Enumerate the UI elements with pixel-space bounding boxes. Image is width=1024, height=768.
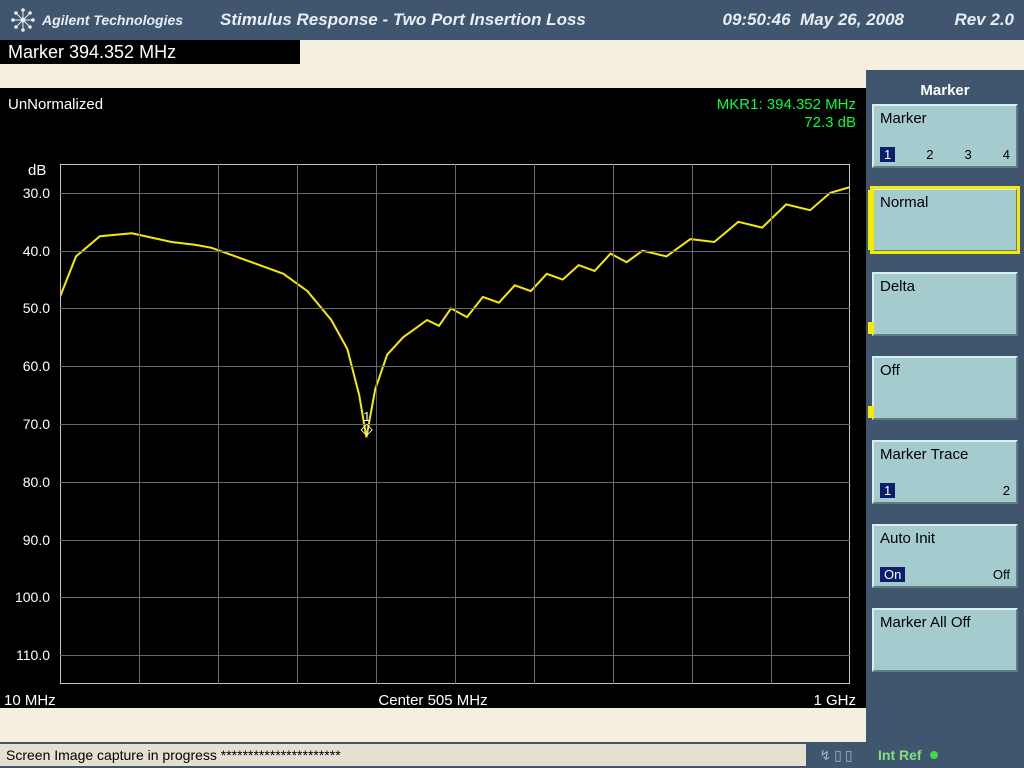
status-dot-icon bbox=[930, 751, 938, 759]
y-tick-label: 60.0 bbox=[5, 358, 50, 374]
softkey-label: Delta bbox=[880, 278, 915, 295]
clock: 09:50:46 May 26, 2008 bbox=[674, 10, 904, 30]
softkey-label: Off bbox=[880, 362, 900, 379]
softkey-off[interactable]: Off bbox=[872, 356, 1018, 420]
normalization-label: UnNormalized bbox=[8, 96, 103, 113]
softkey-option[interactable]: Off bbox=[993, 567, 1010, 582]
page-title: Stimulus Response - Two Port Insertion L… bbox=[210, 10, 674, 30]
softkey-label: Marker Trace bbox=[880, 446, 968, 463]
brand-logo: Agilent Technologies bbox=[10, 7, 210, 33]
softkey-menu-title: Marker bbox=[866, 70, 1024, 100]
softkey-options: 12 bbox=[880, 483, 1010, 498]
softkey-options: On Off bbox=[880, 567, 1010, 582]
y-tick-label: 100.0 bbox=[5, 589, 50, 605]
battery-icon: ▯ bbox=[834, 747, 842, 764]
y-tick-label: 90.0 bbox=[5, 532, 50, 548]
active-entry-value: Marker 394.352 MHz bbox=[0, 40, 300, 64]
softkey-option[interactable]: 2 bbox=[1003, 483, 1010, 498]
chart-grid[interactable]: 30.040.050.060.070.080.090.0100.0110.01◇ bbox=[60, 164, 850, 684]
y-axis-unit: dB bbox=[28, 162, 46, 179]
marker-readout-amp: 72.3 dB bbox=[804, 114, 856, 131]
link-icon: ↯ bbox=[819, 747, 831, 764]
softkey-marker[interactable]: Marker 1 2 3 4 bbox=[872, 104, 1018, 168]
brand-text: Agilent Technologies bbox=[42, 12, 183, 28]
softkey-option[interactable]: 3 bbox=[965, 147, 972, 162]
title-bar: Agilent Technologies Stimulus Response -… bbox=[0, 0, 1024, 40]
y-tick-label: 80.0 bbox=[5, 474, 50, 490]
marker-readout-freq: MKR1: 394.352 MHz bbox=[717, 96, 856, 113]
y-tick-label: 70.0 bbox=[5, 416, 50, 432]
status-bar: Screen Image capture in progress *******… bbox=[0, 742, 1024, 768]
softkey-label: Auto Init bbox=[880, 530, 935, 547]
softkey-options: 1 2 3 4 bbox=[880, 147, 1010, 162]
softkey-marker-all-off[interactable]: Marker All Off bbox=[872, 608, 1018, 672]
y-tick-label: 40.0 bbox=[5, 243, 50, 259]
entry-bar: Marker 394.352 MHz bbox=[0, 40, 1024, 70]
softkey-label: Normal bbox=[880, 194, 928, 211]
status-icons: ↯ ▯ ▯ bbox=[806, 747, 866, 764]
softkey-option[interactable]: 2 bbox=[926, 147, 933, 162]
x-center-label: Center 505 MHz bbox=[0, 692, 866, 709]
softkey-label: Marker All Off bbox=[880, 614, 971, 631]
revision-label: Rev 2.0 bbox=[904, 10, 1014, 30]
softkey-auto-init[interactable]: Auto Init On Off bbox=[872, 524, 1018, 588]
marker-1[interactable]: 1◇ bbox=[361, 411, 373, 437]
battery-icon: ▯ bbox=[845, 747, 853, 764]
y-tick-label: 110.0 bbox=[5, 647, 50, 663]
softkey-option[interactable]: 1 bbox=[880, 147, 895, 162]
softkey-option[interactable]: 4 bbox=[1003, 147, 1010, 162]
y-tick-label: 50.0 bbox=[5, 300, 50, 316]
softkey-menu: Marker Marker 1234 Normal Delta Off Mark… bbox=[866, 70, 1024, 742]
reference-status: Int Ref bbox=[866, 747, 1024, 763]
softkey-marker-trace[interactable]: Marker Trace 12 bbox=[872, 440, 1018, 504]
y-tick-label: 30.0 bbox=[5, 185, 50, 201]
softkey-delta[interactable]: Delta bbox=[872, 272, 1018, 336]
status-message: Screen Image capture in progress *******… bbox=[0, 744, 806, 766]
x-stop-label: 1 GHz bbox=[813, 692, 856, 709]
plot-area[interactable]: UnNormalized dB MKR1: 394.352 MHz 72.3 d… bbox=[0, 70, 866, 742]
softkey-label: Marker bbox=[880, 110, 927, 127]
softkey-option[interactable]: On bbox=[880, 567, 905, 582]
softkey-normal[interactable]: Normal bbox=[872, 188, 1018, 252]
agilent-spark-icon bbox=[10, 7, 36, 33]
softkey-option[interactable]: 1 bbox=[880, 483, 895, 498]
